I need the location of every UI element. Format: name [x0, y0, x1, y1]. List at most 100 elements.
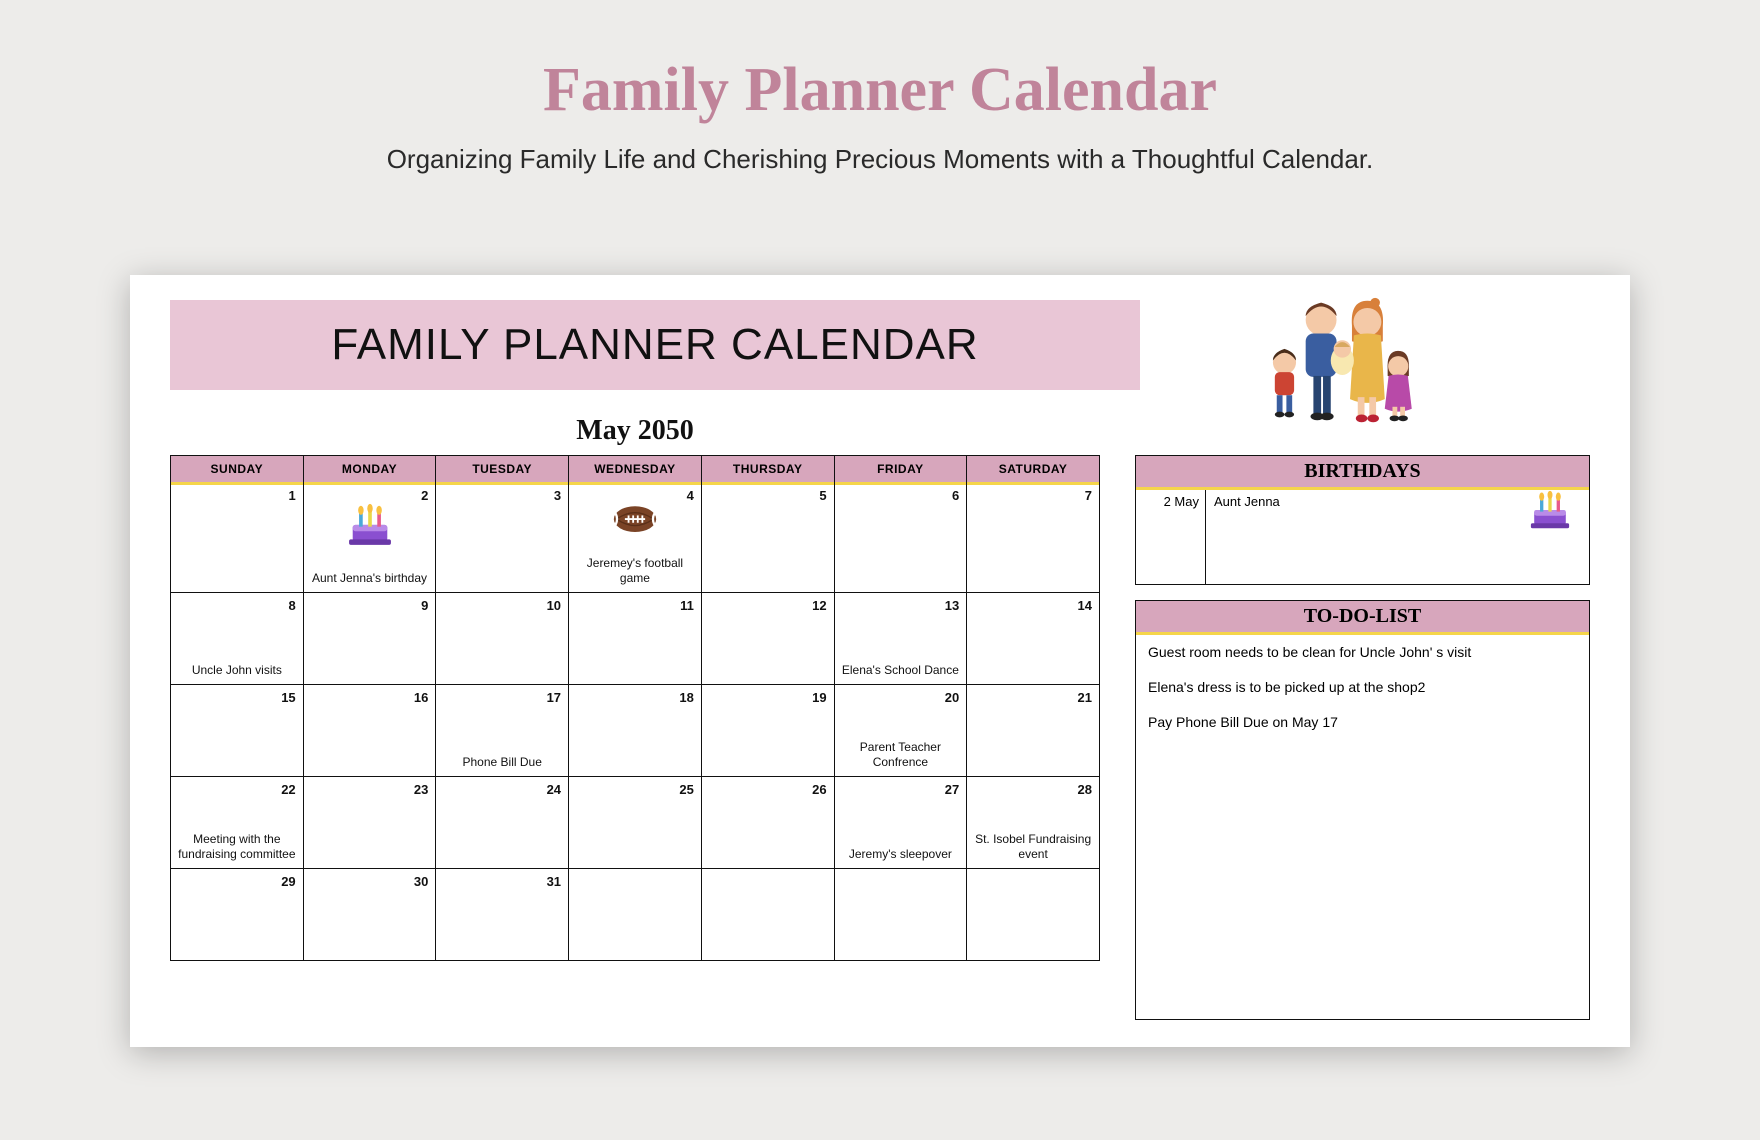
family-illustration-icon	[1245, 293, 1430, 428]
day-number: 22	[281, 782, 295, 797]
birthdays-header: BIRTHDAYS	[1136, 456, 1589, 488]
calendar-day	[967, 869, 1100, 961]
day-number: 4	[687, 488, 694, 503]
todo-item: Pay Phone Bill Due on May 17	[1148, 713, 1577, 732]
day-number: 18	[679, 690, 693, 705]
calendar-day: 9	[303, 593, 436, 685]
day-number: 15	[281, 690, 295, 705]
day-number: 10	[547, 598, 561, 613]
calendar-day: 4 Jeremey's football game	[569, 483, 702, 593]
day-number: 2	[421, 488, 428, 503]
calendar-day: 15	[171, 685, 304, 777]
calendar-week: 1 2 Aunt Jenna's birthday 3 4 Jeremey's foo…	[171, 483, 1100, 593]
event-text: Aunt Jenna's birthday	[310, 571, 430, 586]
day-number: 25	[679, 782, 693, 797]
day-number: 6	[952, 488, 959, 503]
day-number: 23	[414, 782, 428, 797]
day-number: 31	[547, 874, 561, 889]
day-number: 3	[554, 488, 561, 503]
planner-card: FAMILY PLANNER CALENDAR	[130, 275, 1630, 1047]
calendar-day: 13 Elena's School Dance	[834, 593, 967, 685]
calendar-day: 19	[701, 685, 834, 777]
event-text: Meeting with the fundraising committee	[177, 832, 297, 862]
calendar-day	[569, 869, 702, 961]
weekday-header: SATURDAY	[967, 456, 1100, 483]
calendar-week: 15 16 17 Phone Bill Due 18 19 20 Parent Teacher…	[171, 685, 1100, 777]
calendar-day: 20 Parent Teacher Confrence	[834, 685, 967, 777]
day-number: 19	[812, 690, 826, 705]
day-number: 29	[281, 874, 295, 889]
calendar-day: 6	[834, 483, 967, 593]
day-number: 7	[1085, 488, 1092, 503]
calendar-day: 24	[436, 777, 569, 869]
calendar-day	[701, 869, 834, 961]
day-number: 28	[1078, 782, 1092, 797]
day-number: 17	[547, 690, 561, 705]
calendar-week: 8Uncle John visits910111213Elena's Schoo…	[171, 593, 1100, 685]
calendar-day: 31	[436, 869, 569, 961]
calendar-day: 2 Aunt Jenna's birthday	[303, 483, 436, 593]
calendar-day: 29	[171, 869, 304, 961]
banner: FAMILY PLANNER CALENDAR	[170, 300, 1140, 390]
day-number: 1	[288, 488, 295, 503]
birthday-cake-icon	[1529, 490, 1571, 533]
calendar-day: 7	[967, 483, 1100, 593]
calendar-day	[834, 869, 967, 961]
calendar-day: 26	[701, 777, 834, 869]
birthday-name: Aunt Jenna	[1206, 488, 1589, 584]
page-subtitle: Organizing Family Life and Cherishing Pr…	[0, 144, 1760, 175]
calendar-day: 8 Uncle John visits	[171, 593, 304, 685]
birthday-cake-icon	[347, 503, 393, 547]
month-label: May 2050	[170, 415, 1100, 447]
day-number: 13	[945, 598, 959, 613]
calendar-day: 18	[569, 685, 702, 777]
weekday-row: SUNDAY MONDAY TUESDAY WEDNESDAY THURSDAY…	[171, 456, 1100, 483]
event-text: Uncle John visits	[177, 663, 297, 678]
football-icon	[569, 503, 701, 535]
todo-panel: TO-DO-LIST Guest room needs to be clean …	[1135, 600, 1590, 1020]
calendar-day: 16	[303, 685, 436, 777]
todo-item: Guest room needs to be clean for Uncle J…	[1148, 643, 1577, 662]
day-number: 16	[414, 690, 428, 705]
calendar-day: 5	[701, 483, 834, 593]
weekday-header: TUESDAY	[436, 456, 569, 483]
calendar-day: 1	[171, 483, 304, 593]
day-number: 14	[1078, 598, 1092, 613]
birthday-cake-icon	[304, 503, 436, 547]
day-number: 30	[414, 874, 428, 889]
day-number: 21	[1078, 690, 1092, 705]
day-number: 5	[819, 488, 826, 503]
event-text: Phone Bill Due	[442, 755, 562, 770]
calendar-day: 14	[967, 593, 1100, 685]
calendar-day: 21	[967, 685, 1100, 777]
event-text: Elena's School Dance	[841, 663, 961, 678]
day-number: 11	[680, 598, 694, 613]
calendar-day: 28St. Isobel Fundraising event	[967, 777, 1100, 869]
day-number: 27	[945, 782, 959, 797]
banner-title: FAMILY PLANNER CALENDAR	[331, 320, 978, 370]
calendar-day: 3	[436, 483, 569, 593]
day-number: 20	[945, 690, 959, 705]
calendar-day: 22 Meeting with the fundraising committee	[171, 777, 304, 869]
page-title: Family Planner Calendar	[0, 0, 1760, 126]
weekday-header: THURSDAY	[701, 456, 834, 483]
football-icon	[612, 503, 658, 535]
calendar-week: 29 30 31	[171, 869, 1100, 961]
event-text: Jeremy's sleepover	[841, 847, 961, 862]
birthday-cake-icon	[1529, 490, 1571, 530]
day-number: 26	[812, 782, 826, 797]
weekday-header: MONDAY	[303, 456, 436, 483]
day-number: 9	[421, 598, 428, 613]
weekday-header: SUNDAY	[171, 456, 304, 483]
todo-body: Guest room needs to be clean for Uncle J…	[1136, 633, 1589, 758]
weekday-header: WEDNESDAY	[569, 456, 702, 483]
birthdays-panel: BIRTHDAYS 2 May Aunt Jenna	[1135, 455, 1590, 585]
event-text: Parent Teacher Confrence	[841, 740, 961, 770]
calendar-grid: SUNDAY MONDAY TUESDAY WEDNESDAY THURSDAY…	[170, 455, 1100, 961]
calendar-day: 25	[569, 777, 702, 869]
todo-header: TO-DO-LIST	[1136, 601, 1589, 633]
calendar-day: 10	[436, 593, 569, 685]
day-number: 8	[288, 598, 295, 613]
calendar-day: 27 Jeremy's sleepover	[834, 777, 967, 869]
calendar-day: 30	[303, 869, 436, 961]
